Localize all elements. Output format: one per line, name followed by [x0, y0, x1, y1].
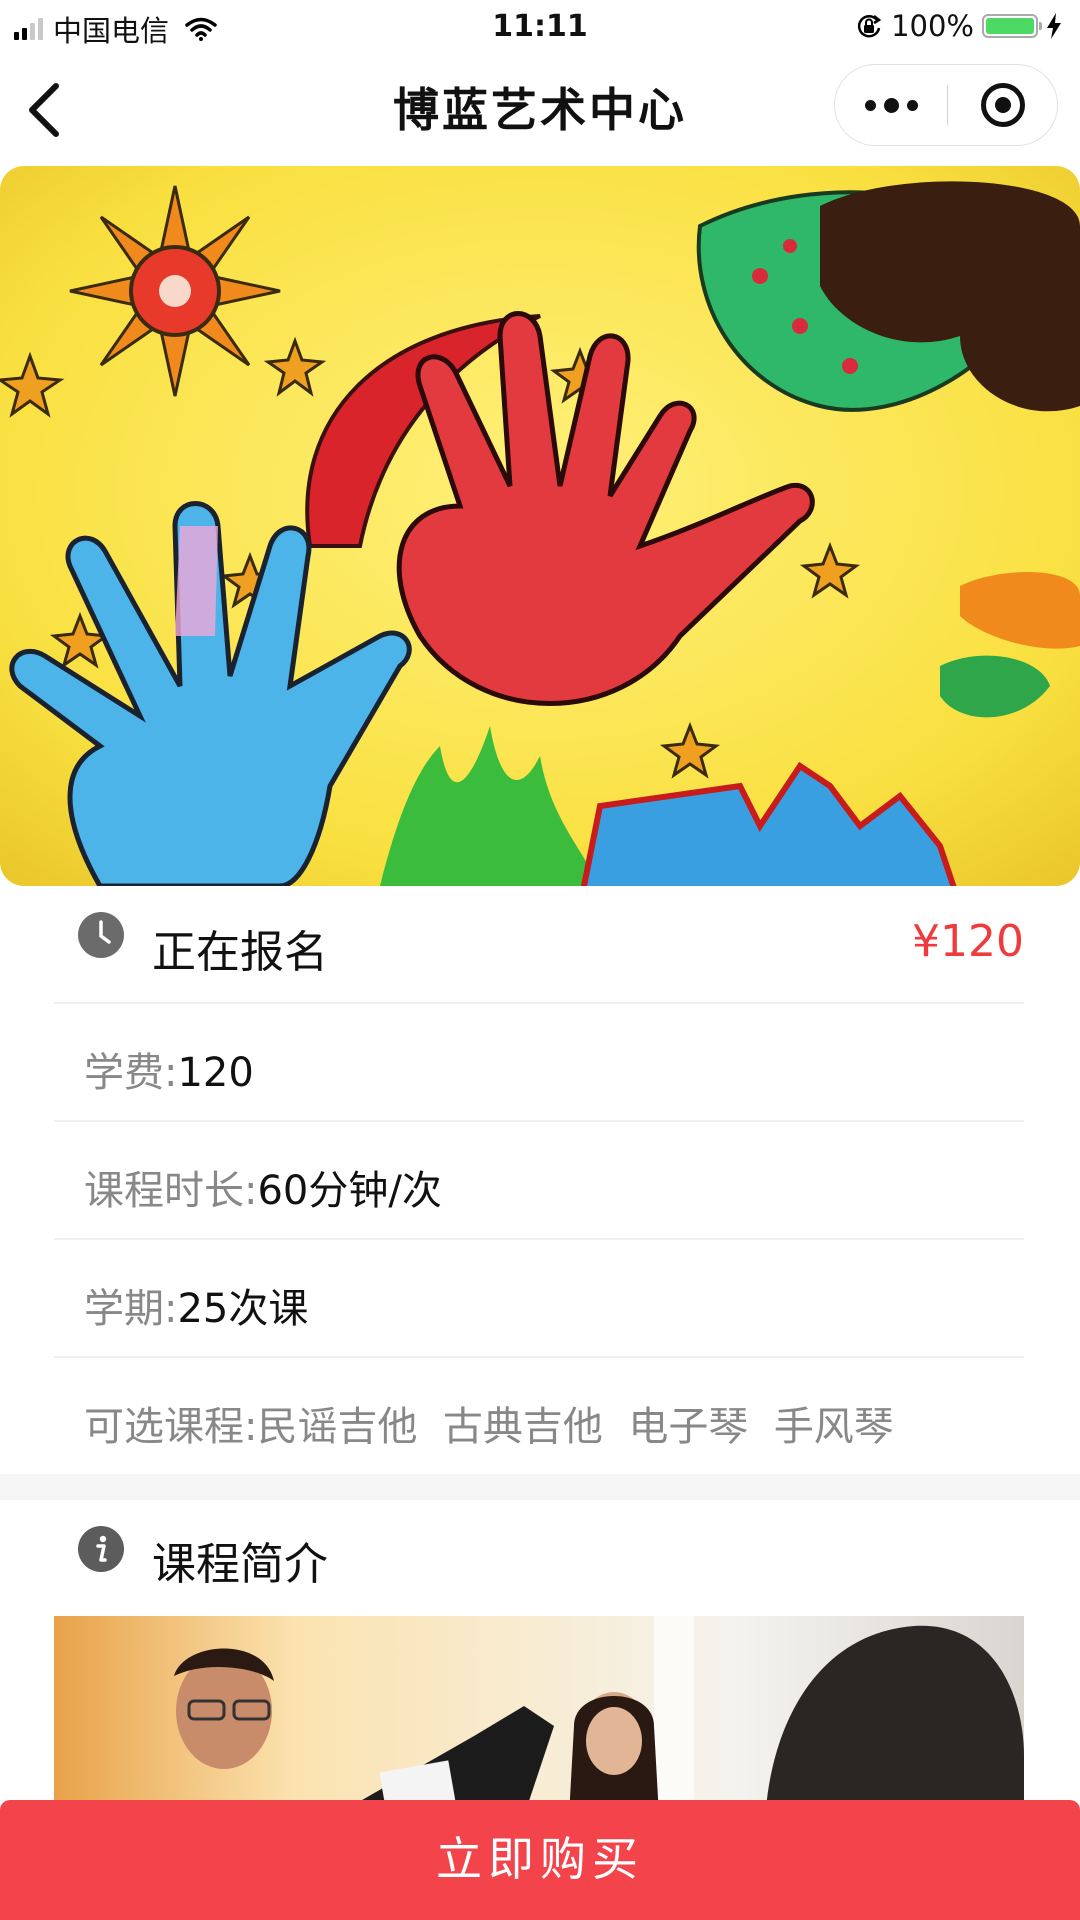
- options-label: 可选课程:: [84, 1404, 258, 1450]
- close-target-icon: [981, 83, 1025, 127]
- course-cover-image: [0, 166, 1080, 886]
- info-icon: [78, 1526, 124, 1572]
- enrollment-status-row: 正在报名 ¥120: [54, 886, 1024, 1004]
- options-value: 民谣吉他 古典吉他 电子琴 手风琴: [257, 1404, 894, 1450]
- course-intro-header: 课程简介: [54, 1500, 1024, 1616]
- more-button[interactable]: [835, 65, 947, 145]
- duration-label: 课程时长:: [84, 1168, 258, 1214]
- duration-value: 60分钟/次: [257, 1168, 442, 1214]
- info-row-options: 可选课程:民谣吉他 古典吉他 电子琴 手风琴: [54, 1358, 1024, 1474]
- charging-icon: [1047, 13, 1061, 39]
- term-value: 25次课: [177, 1286, 309, 1332]
- lock-rotation-icon: [858, 15, 882, 38]
- term-label: 学期:: [84, 1286, 178, 1332]
- course-info-card: 正在报名 ¥120 学费:120 课程时长:60分钟/次 学期:25次课 可选课…: [0, 886, 1080, 1474]
- course-price: ¥120: [912, 916, 1024, 967]
- section-divider: [0, 1474, 1080, 1500]
- more-dots-icon: [864, 97, 918, 113]
- course-intro-title: 课程简介: [152, 1539, 328, 1590]
- nav-bar: 博蓝艺术中心: [0, 54, 1080, 166]
- info-row-term: 学期:25次课: [54, 1240, 1024, 1358]
- buy-now-button[interactable]: 立即购买: [0, 1800, 1080, 1920]
- tuition-label: 学费:: [84, 1050, 178, 1096]
- enrollment-status: 正在报名: [152, 927, 328, 978]
- tuition-value: 120: [177, 1050, 254, 1096]
- mini-program-capsule: [834, 64, 1058, 146]
- close-button[interactable]: [947, 65, 1059, 145]
- clock-icon: [78, 912, 124, 958]
- battery-icon: [982, 14, 1042, 38]
- status-right: 100%: [855, 9, 1062, 43]
- status-bar: 中国电信 11:11 100%: [0, 0, 1080, 54]
- info-row-tuition: 学费:120: [54, 1004, 1024, 1122]
- battery-percent: 100%: [891, 9, 974, 43]
- info-row-duration: 课程时长:60分钟/次: [54, 1122, 1024, 1240]
